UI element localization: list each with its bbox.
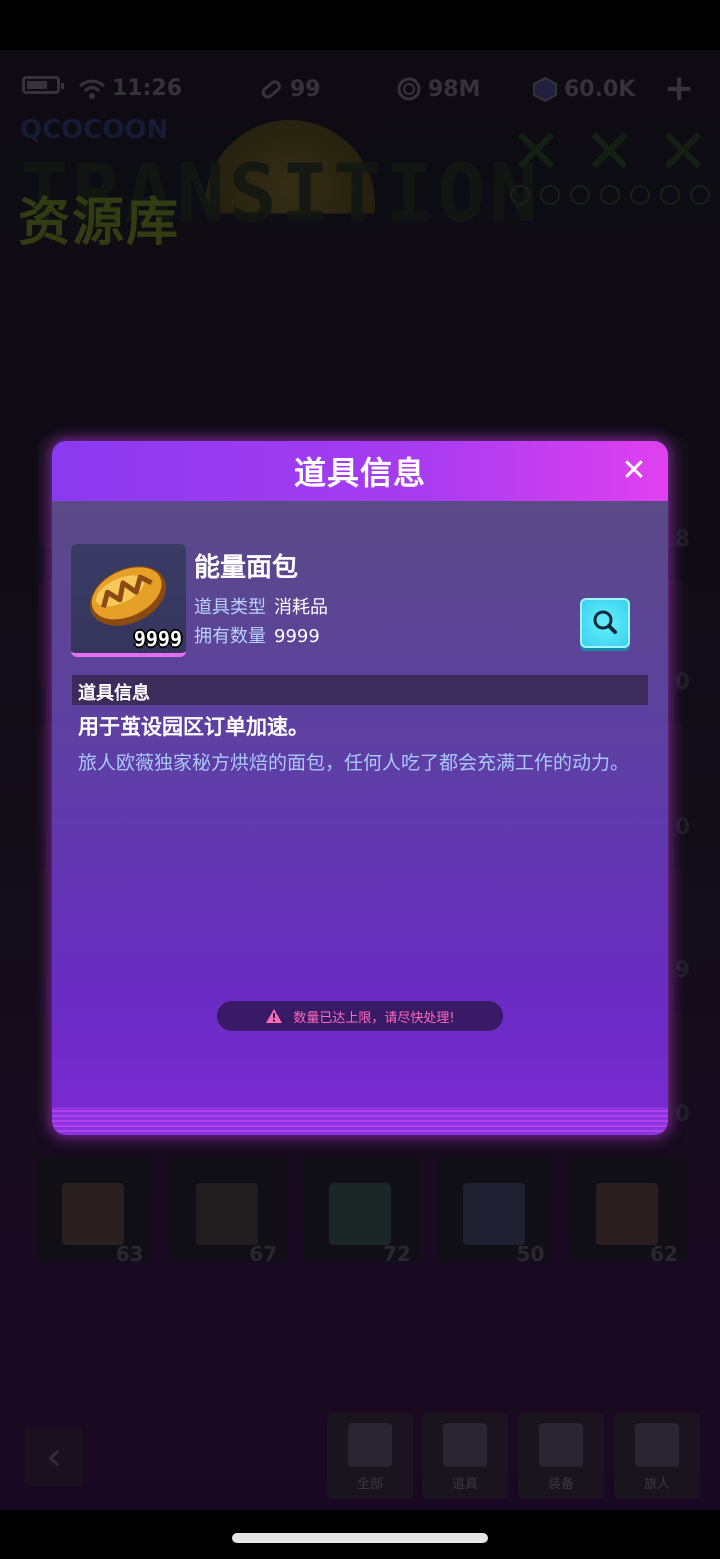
item-type-row: 道具类型 消耗品 — [194, 593, 328, 619]
item-owned-value: 9999 — [274, 626, 320, 647]
item-quantity-badge: 9999 — [133, 627, 182, 651]
warning-icon — [266, 1009, 283, 1023]
search-icon — [593, 610, 617, 634]
item-name: 能量面包 — [194, 553, 299, 583]
item-type-value: 消耗品 — [274, 597, 328, 618]
modal-footer-strip — [52, 1107, 668, 1135]
home-indicator[interactable] — [232, 1533, 488, 1543]
modal-title: 道具信息 — [293, 454, 426, 492]
item-owned-label: 拥有数量 — [194, 626, 266, 647]
limit-warning: 数量已达上限，请尽快处理! — [217, 1001, 503, 1031]
modal-header: 道具信息 ✕ — [52, 441, 668, 501]
close-icon[interactable]: ✕ — [618, 455, 650, 487]
warning-text: 数量已达上限，请尽快处理! — [293, 1010, 455, 1026]
item-flavor-text: 旅人欧薇独家秘方烘焙的面包，任何人吃了都会充满工作的动力。 — [78, 752, 630, 774]
item-owned-row: 拥有数量 9999 — [194, 622, 320, 648]
section-title: 道具信息 — [78, 683, 150, 704]
item-type-label: 道具类型 — [194, 597, 266, 618]
section-header: 道具信息 — [72, 675, 648, 705]
item-usage: 用于茧设园区订单加速。 — [78, 715, 309, 739]
item-info-modal: 道具信息 ✕ 9999 能量面包 道具类型 消耗品 拥有数量 9999 道具信息 用… — [52, 441, 668, 1135]
item-icon-tile: 9999 — [71, 544, 186, 657]
item-search-button[interactable] — [580, 598, 630, 648]
top-bezel — [0, 0, 720, 50]
